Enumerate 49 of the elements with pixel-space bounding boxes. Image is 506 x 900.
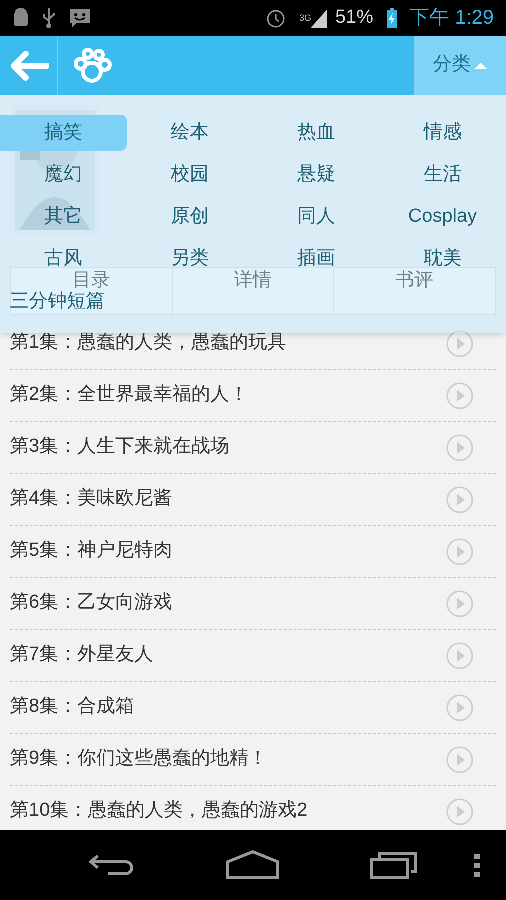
play-icon[interactable] [446, 330, 474, 358]
episode-title[interactable]: 第1集：愚蠢的人类，愚蠢的玩具 [10, 329, 446, 358]
category-item[interactable]: 其它 [0, 199, 126, 235]
play-icon[interactable] [446, 538, 474, 566]
episode-title[interactable]: 第9集：你们这些愚蠢的地精！ [10, 745, 446, 774]
play-icon[interactable] [446, 746, 474, 774]
message-icon [68, 7, 92, 29]
category-item[interactable]: 同人 [253, 199, 380, 235]
category-button[interactable]: 分类 [414, 36, 506, 95]
category-item[interactable]: 热血 [253, 115, 380, 151]
usb-icon [42, 7, 56, 29]
play-icon[interactable] [446, 798, 474, 826]
episode-title[interactable]: 第5集：神户尼特肉 [10, 537, 446, 566]
battery-charging-icon [386, 7, 398, 29]
home-icon[interactable] [226, 850, 280, 880]
category-item[interactable]: 情感 [380, 115, 506, 151]
overflow-menu-icon[interactable] [473, 853, 481, 877]
category-item[interactable]: 搞笑 [0, 115, 126, 151]
network-type: 3G [299, 12, 312, 25]
recent-apps-icon[interactable] [370, 850, 420, 880]
category-item[interactable]: 生活 [380, 157, 506, 193]
play-icon[interactable] [446, 382, 474, 410]
book-tab[interactable]: 书评 [396, 271, 434, 290]
play-icon[interactable] [446, 694, 474, 722]
play-icon[interactable] [446, 486, 474, 514]
category-item[interactable]: 绘本 [126, 115, 253, 151]
episode-title[interactable]: 第7集：外星友人 [10, 641, 446, 670]
category-item[interactable]: 校园 [126, 157, 253, 193]
back-arrow-icon [8, 50, 48, 80]
category-item[interactable]: 魔幻 [0, 157, 126, 193]
play-icon[interactable] [446, 434, 474, 462]
category-item[interactable]: 悬疑 [253, 157, 380, 193]
episode-title[interactable]: 第3集：人生下来就在战场 [10, 433, 446, 462]
category-item[interactable]: 原创 [126, 199, 253, 235]
episode-title[interactable]: 第6集：乙女向游戏 [10, 589, 446, 618]
episode-title[interactable]: 第10集：愚蠢的人类，愚蠢的游戏2 [10, 797, 446, 826]
book-tab[interactable]: 目录 [72, 271, 110, 290]
episode-title[interactable]: 第2集：全世界最幸福的人！ [10, 381, 446, 410]
play-icon[interactable] [446, 642, 474, 670]
battery-level: 51% [335, 6, 374, 30]
book-tab[interactable]: 详情 [234, 271, 272, 290]
episode-title[interactable]: 第8集：合成箱 [10, 693, 446, 722]
clock: 下午 1:29 [410, 6, 494, 31]
episode-title[interactable]: 第4集：美味欧尼酱 [10, 485, 446, 514]
signal-icon [311, 8, 328, 28]
category-item[interactable]: 三分钟短篇 [0, 290, 253, 312]
category-item[interactable]: Cosplay [380, 199, 506, 235]
play-icon[interactable] [446, 590, 474, 618]
paw-icon [71, 48, 113, 84]
